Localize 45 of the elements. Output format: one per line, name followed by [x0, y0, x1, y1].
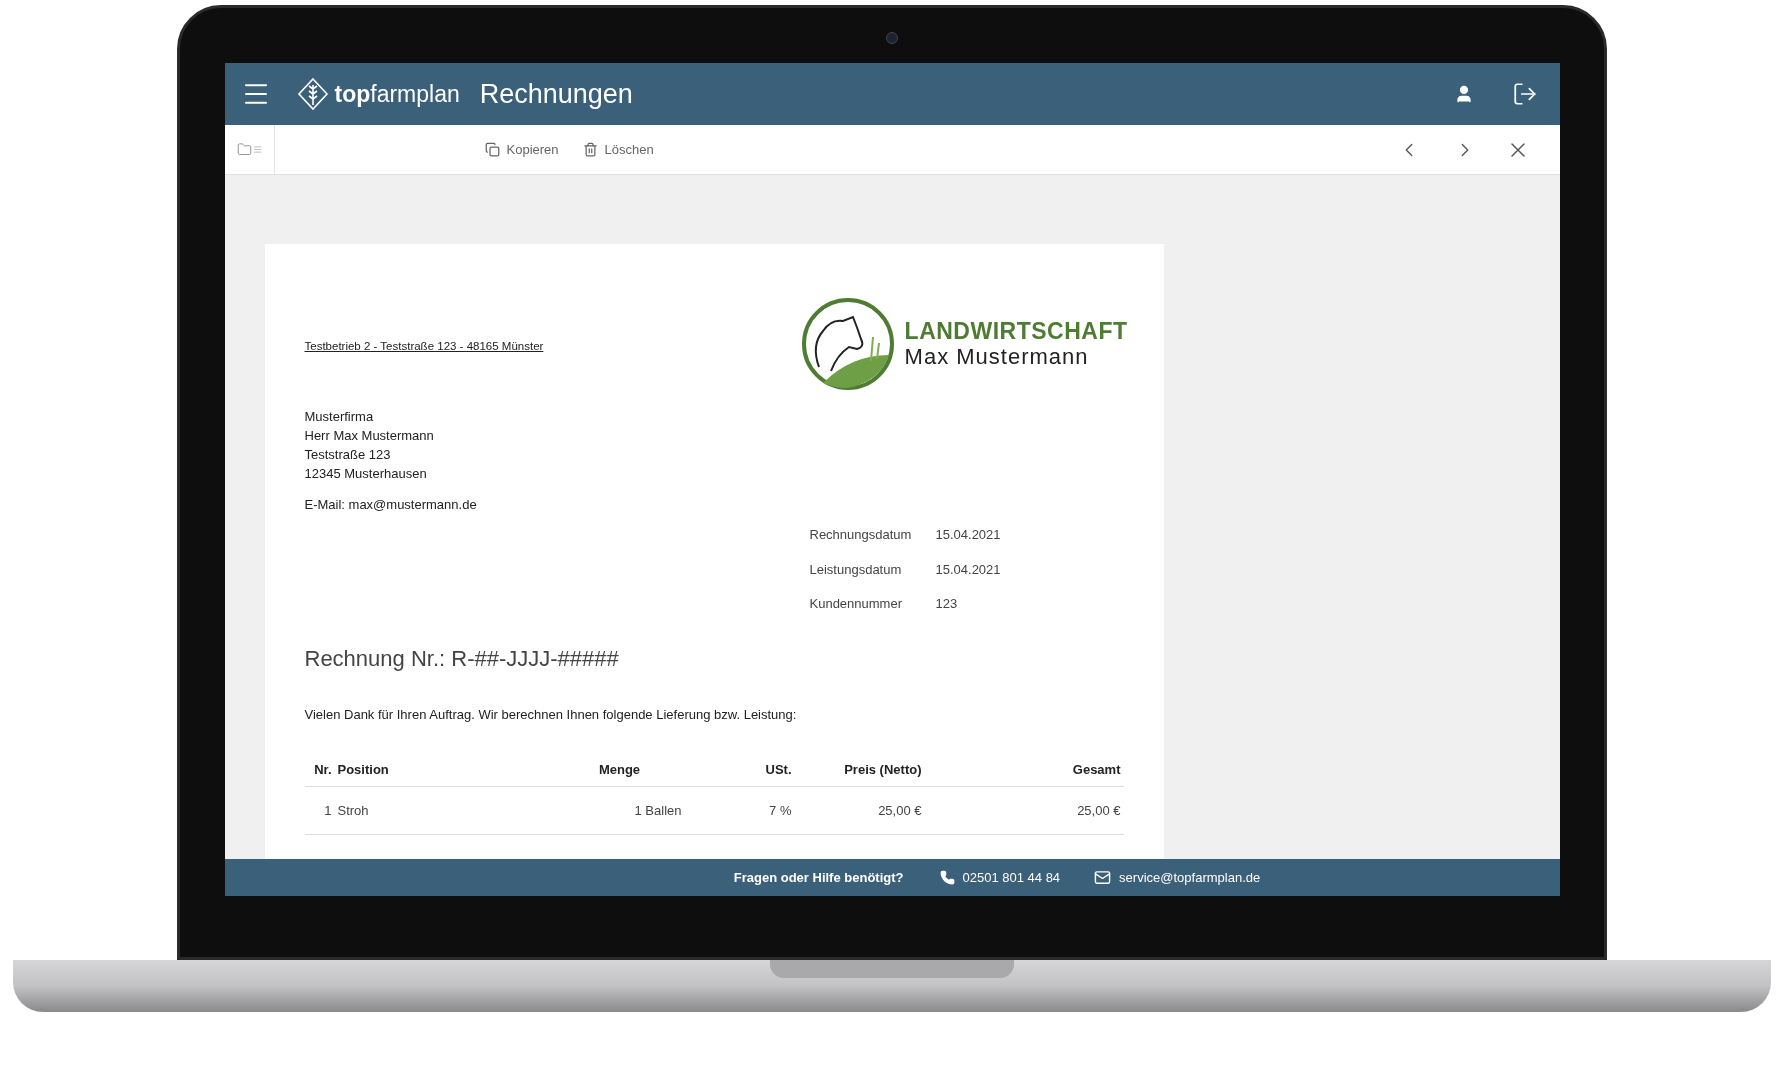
- recipient-line: Musterfirma: [304, 408, 374, 426]
- column-header: Gesamt: [1072, 762, 1121, 777]
- column-header: Nr.: [314, 762, 332, 777]
- meta-value: 15.04.2021: [935, 560, 1001, 579]
- recipient-line: Teststraße 123: [304, 446, 391, 464]
- intro-text: Vielen Dank für Ihren Auftrag. Wir berechnen Ihnen folgende Lieferung bzw. Leistung:: [304, 705, 797, 724]
- table-cell: 1: [324, 802, 332, 818]
- wheat-logo-icon: [296, 77, 329, 111]
- column-header: USt.: [765, 762, 792, 777]
- recipient-line: Herr Max Mustermann: [304, 427, 434, 445]
- table-cell: 7 %: [769, 802, 792, 818]
- copy-icon: [484, 142, 500, 157]
- phone-number: 02501 801 44 84: [962, 868, 1061, 887]
- table-cell: 25,00 €: [878, 802, 922, 818]
- support-email: service@topfarmplan.de: [1119, 868, 1261, 887]
- column-header: Menge: [598, 762, 641, 777]
- logo-subtitle: Max Mustermann: [904, 344, 1090, 369]
- folder-icon: [236, 142, 252, 157]
- column-header: Position: [337, 762, 389, 777]
- phone-icon: [939, 870, 955, 885]
- table-cell: 1 Ballen: [634, 802, 682, 818]
- recipient-line: 12345 Musterhausen: [304, 465, 427, 483]
- meta-label: Kundennummer: [809, 595, 903, 613]
- toolbar-action[interactable]: Kopieren: [484, 139, 559, 160]
- app-logo-text: topfarmplan: [334, 79, 460, 109]
- toolbar-action[interactable]: Löschen: [582, 139, 654, 160]
- table-cell: 25,00 €: [1077, 802, 1121, 818]
- column-header: Preis (Netto): [844, 762, 922, 777]
- meta-value: 123: [935, 595, 958, 613]
- list-icon: [252, 145, 262, 154]
- invoice-title: Rechnung Nr.: R-##-JJJJ-#####: [304, 644, 619, 673]
- meta-value: 15.04.2021: [935, 526, 1001, 544]
- meta-label: Rechnungsdatum: [809, 526, 913, 544]
- meta-label: Leistungsdatum: [809, 560, 903, 579]
- logout-icon: [1511, 81, 1538, 107]
- sender-line: Testbetrieb 2 - Teststraße 123 - 48165 Münster: [304, 339, 544, 354]
- page-title: Rechnungen: [479, 77, 633, 111]
- logo-title: LANDWIRTSCHAFT: [904, 319, 1128, 345]
- mail-icon: [1094, 869, 1112, 886]
- help-question: Fragen oder Hilfe benötigt?: [733, 868, 904, 887]
- farm-logo-icon: [800, 297, 895, 391]
- recipient-email: E-Mail: max@mustermann.de: [304, 496, 477, 514]
- trash-icon: [582, 142, 598, 157]
- table-cell: Stroh: [337, 802, 369, 818]
- camera-icon: [886, 32, 898, 44]
